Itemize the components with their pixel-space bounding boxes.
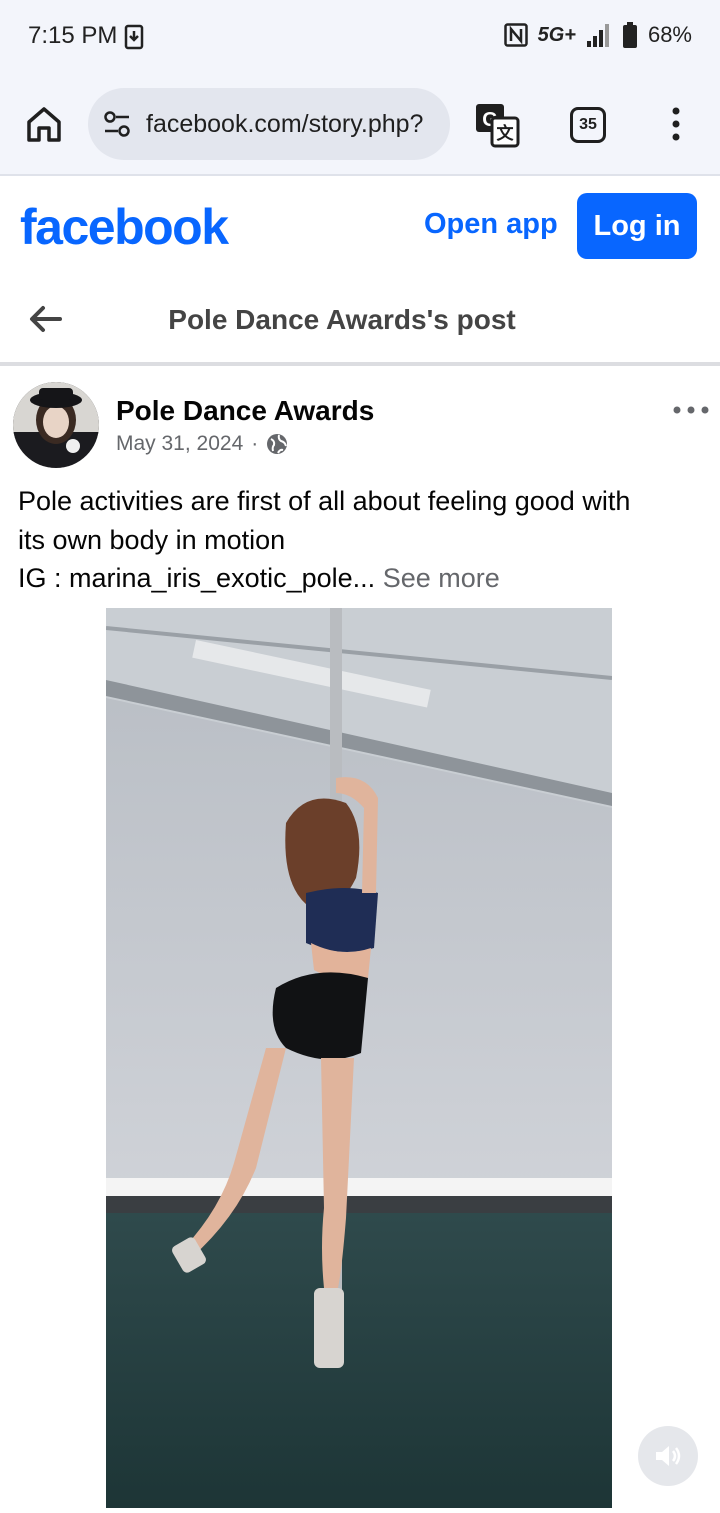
more-vert-icon[interactable] (664, 104, 688, 144)
status-time: 7:15 PM (28, 22, 118, 49)
login-button[interactable]: Log in (577, 193, 697, 259)
battery-level: 68% (647, 22, 692, 47)
avatar[interactable] (13, 382, 99, 468)
facebook-header: facebook Open app Log in (0, 178, 720, 276)
login-button-label: Log in (593, 209, 681, 242)
browser-toolbar: facebook.com/story.php? G 文 35 (0, 76, 720, 176)
more-horiz-icon[interactable] (672, 400, 710, 420)
site-settings-icon[interactable] (102, 109, 132, 139)
meta-separator: · (251, 432, 259, 455)
post-text-line: IG : marina_iris_exotic_pole... See more (18, 559, 708, 598)
open-app-link[interactable]: Open app (424, 208, 558, 241)
url-text[interactable]: facebook.com/story.php? (146, 110, 423, 139)
avatar-image (13, 382, 99, 468)
status-bar: 7:15 PM 5G+ 68% (0, 0, 720, 76)
globe-icon (267, 434, 288, 454)
facebook-logo[interactable]: facebook (20, 198, 229, 256)
home-icon[interactable] (24, 104, 64, 144)
network-type: 5G+ (537, 23, 576, 46)
address-bar[interactable]: facebook.com/story.php? (88, 88, 450, 160)
nfc-icon (503, 23, 528, 47)
post-text: Pole activities are first of all about f… (18, 482, 708, 598)
status-icons: 5G+ 68% (503, 22, 692, 48)
post-date[interactable]: May 31, 2024 (116, 432, 243, 456)
battery-icon (622, 22, 637, 48)
post-author[interactable]: Pole Dance Awards (116, 395, 374, 427)
mute-button[interactable] (638, 1426, 698, 1486)
tab-switcher-button[interactable]: 35 (570, 107, 606, 143)
see-more-link[interactable]: See more (383, 563, 500, 593)
video-frame (106, 608, 612, 1508)
signal-icon (586, 24, 609, 47)
post-title-bar: Pole Dance Awards's post (0, 276, 720, 366)
post-text-line: Pole activities are first of all about f… (18, 486, 631, 516)
post-text-ig: IG : marina_iris_exotic_pole... (18, 563, 376, 593)
volume-icon (656, 1446, 681, 1466)
tab-count: 35 (579, 116, 597, 133)
translate-icon[interactable]: G 文 (474, 102, 520, 148)
post-video[interactable] (106, 608, 612, 1508)
page-title: Pole Dance Awards's post (168, 304, 516, 335)
post-meta: May 31, 2024 · (116, 432, 288, 456)
download-icon (124, 24, 144, 50)
post-text-line: its own body in motion (18, 524, 286, 555)
svg-text:文: 文 (497, 123, 515, 143)
